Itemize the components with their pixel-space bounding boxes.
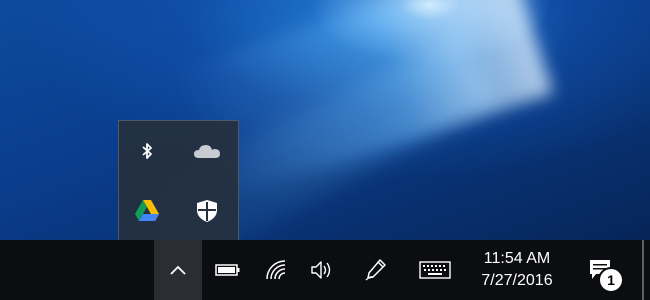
network-button[interactable] bbox=[256, 240, 296, 300]
onedrive-cloud-icon bbox=[193, 141, 221, 161]
show-hidden-icons-button[interactable] bbox=[154, 240, 202, 300]
touch-keyboard-icon bbox=[419, 261, 451, 279]
battery-icon bbox=[215, 263, 241, 277]
touch-keyboard-button[interactable] bbox=[412, 240, 458, 300]
windows-ink-button[interactable] bbox=[356, 240, 396, 300]
tray-item-onedrive[interactable] bbox=[182, 126, 232, 176]
tray-item-windows-defender[interactable] bbox=[182, 186, 232, 236]
windows-ink-pen-icon bbox=[364, 258, 388, 282]
volume-button[interactable] bbox=[302, 240, 342, 300]
clock-time: 11:54 AM bbox=[483, 250, 551, 267]
desktop-wallpaper bbox=[0, 0, 650, 240]
wifi-icon bbox=[265, 259, 287, 281]
chevron-up-icon bbox=[169, 264, 187, 276]
tray-item-google-drive[interactable] bbox=[122, 186, 172, 236]
tray-item-bluetooth[interactable] bbox=[122, 126, 172, 176]
battery-button[interactable] bbox=[208, 240, 248, 300]
notification-count-badge: 1 bbox=[598, 267, 624, 293]
bluetooth-icon bbox=[136, 140, 158, 162]
show-desktop-button[interactable] bbox=[642, 240, 644, 300]
volume-icon bbox=[310, 260, 334, 280]
google-drive-icon bbox=[134, 199, 160, 223]
clock-button[interactable]: 11:54 AM 7/27/2016 bbox=[470, 240, 564, 300]
clock-date: 7/27/2016 bbox=[481, 272, 553, 289]
tray-overflow-flyout bbox=[118, 120, 239, 240]
defender-shield-icon bbox=[196, 199, 218, 223]
